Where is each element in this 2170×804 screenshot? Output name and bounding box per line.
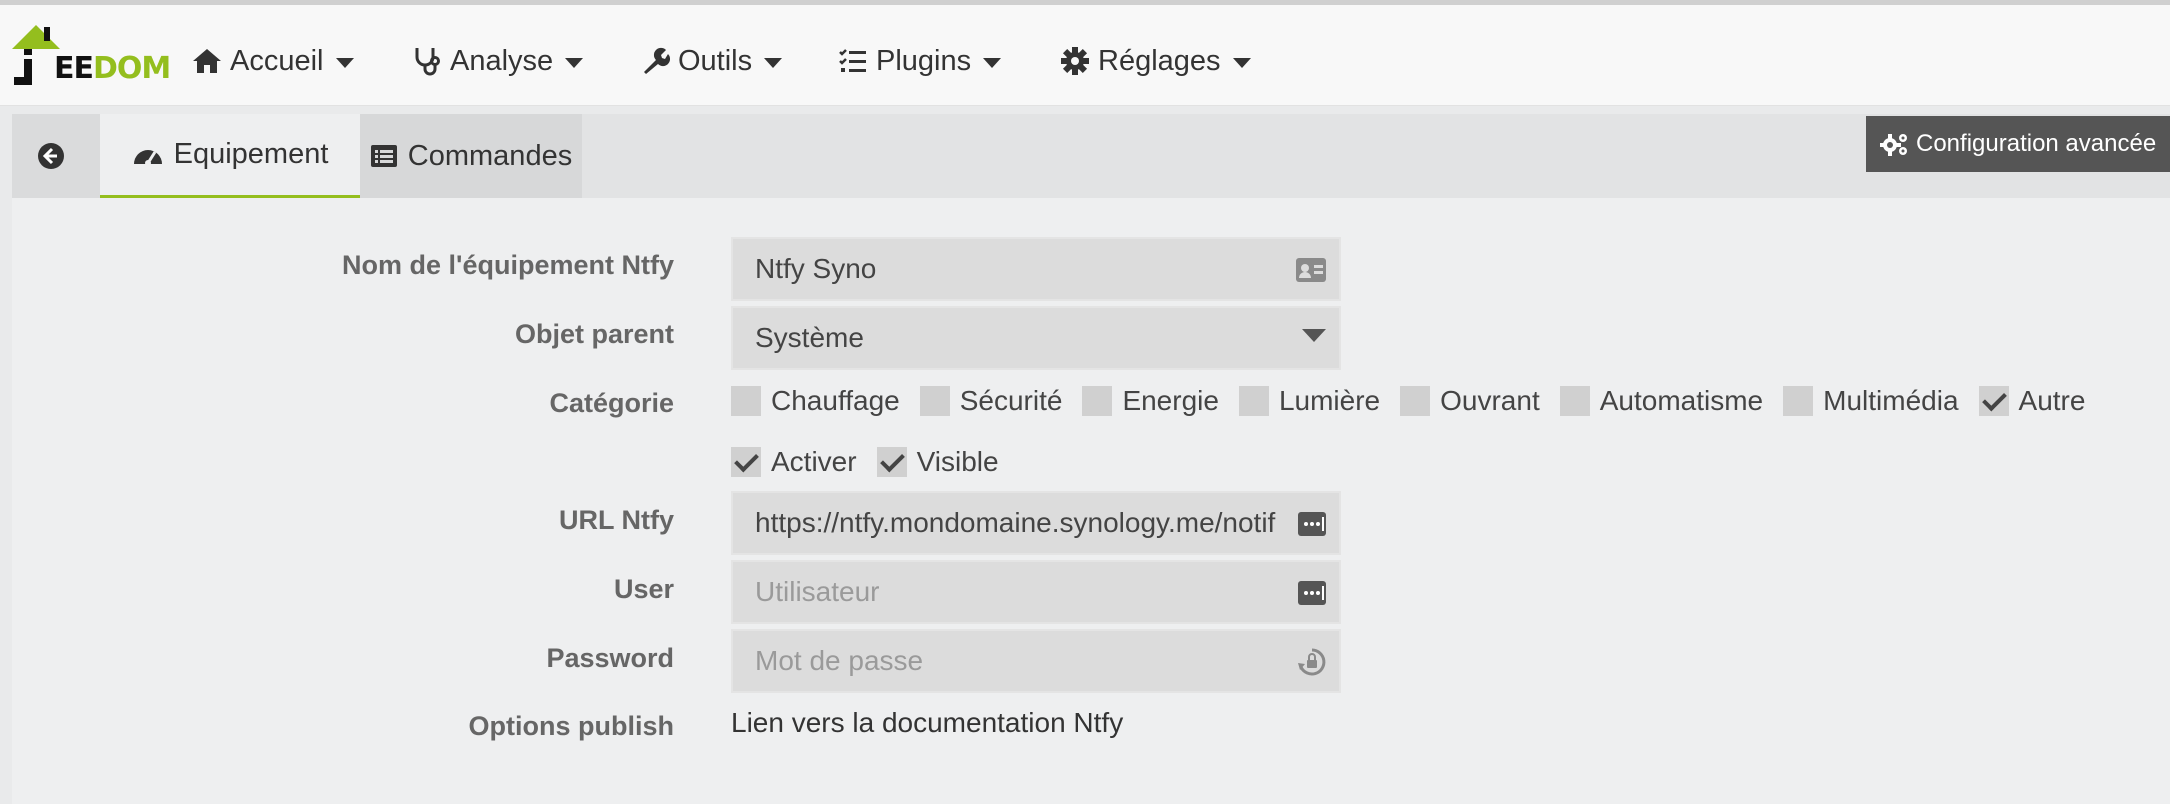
nav-analyse[interactable]: Analyse: [412, 41, 584, 81]
checkbox[interactable]: [919, 386, 950, 416]
activer-checkbox[interactable]: Activer: [731, 446, 857, 478]
category-ouvrant-label: Ouvrant: [1440, 385, 1540, 416]
password-placeholder: Mot de passe: [755, 645, 924, 676]
list-alt-icon: [370, 145, 397, 167]
nav-accueil-label: Accueil: [230, 44, 324, 77]
user-placeholder: Utilisateur: [755, 576, 880, 607]
category-automatisme[interactable]: Automatisme: [1559, 385, 1764, 417]
wrench-icon: [644, 47, 670, 74]
category-lumiere-label: Lumière: [1278, 385, 1381, 416]
category-autre-label: Autre: [2018, 385, 2086, 416]
category-label: Catégorie: [549, 388, 674, 418]
chevron-down-icon: [1232, 58, 1251, 68]
state-checkboxes: Activer Visible: [731, 446, 1019, 478]
checkbox[interactable]: [876, 447, 907, 477]
category-energie-label: Energie: [1122, 385, 1219, 416]
category-chauffage[interactable]: Chauffage: [731, 385, 900, 417]
nav-reglages-label: Réglages: [1098, 44, 1221, 77]
checkbox[interactable]: [1238, 386, 1269, 416]
tab-equipement-label: Equipement: [173, 138, 329, 170]
checkbox[interactable]: [731, 386, 761, 416]
checkbox[interactable]: [1559, 386, 1590, 416]
cogs-icon: [1880, 134, 1907, 156]
category-lumiere[interactable]: Lumière: [1238, 385, 1381, 417]
category-automatisme-label: Automatisme: [1599, 385, 1764, 416]
nav-outils[interactable]: Outils: [640, 41, 783, 81]
home-icon: [193, 49, 221, 73]
top-navbar: EEDOM Accueil Analyse Outils Plugins Rég…: [0, 0, 2170, 106]
user-input[interactable]: Utilisateur: [731, 560, 1341, 624]
nav-accueil[interactable]: Accueil: [192, 41, 354, 81]
nav-reglages[interactable]: Réglages: [1060, 41, 1251, 81]
password-field-icon: [1298, 581, 1326, 605]
cog-icon: [1061, 47, 1089, 75]
name-label: Nom de l'équipement Ntfy: [342, 250, 674, 280]
checkbox[interactable]: [1783, 386, 1814, 416]
chevron-down-icon: [764, 58, 783, 68]
password-input[interactable]: Mot de passe: [731, 629, 1341, 693]
tab-bar: Equipement Commandes: [12, 114, 2170, 198]
category-multimedia[interactable]: Multimédia: [1783, 385, 1959, 417]
checkbox[interactable]: [1082, 386, 1113, 416]
category-chauffage-label: Chauffage: [771, 385, 900, 416]
tab-back[interactable]: [12, 114, 100, 198]
checkbox[interactable]: [731, 447, 761, 477]
chevron-down-icon: [335, 58, 354, 68]
visible-label: Visible: [916, 446, 999, 477]
activer-label: Activer: [771, 446, 857, 477]
parent-object-value: Système: [755, 322, 864, 353]
visible-checkbox[interactable]: Visible: [876, 446, 999, 478]
category-securite[interactable]: Sécurité: [919, 385, 1063, 417]
advanced-config-button[interactable]: Configuration avancée: [1866, 116, 2170, 172]
password-field-icon: [1298, 512, 1326, 536]
select-caret-icon: [1302, 329, 1326, 342]
ntfy-documentation-link[interactable]: Lien vers la documentation Ntfy: [731, 707, 1123, 739]
category-ouvrant[interactable]: Ouvrant: [1400, 385, 1540, 417]
lock-reset-icon: [1298, 648, 1326, 676]
password-label: Password: [546, 643, 674, 673]
advanced-config-label: Configuration avancée: [1916, 130, 2157, 157]
equipment-name-input[interactable]: Ntfy Syno: [731, 237, 1341, 301]
jeedom-logo[interactable]: EEDOM: [10, 21, 171, 89]
nav-plugins[interactable]: Plugins: [838, 41, 1002, 81]
tab-commandes[interactable]: Commandes: [360, 114, 582, 198]
tachometer-icon: [133, 149, 162, 166]
nav-plugins-label: Plugins: [876, 44, 972, 77]
nav-outils-label: Outils: [678, 44, 753, 77]
category-autre[interactable]: Autre: [1978, 385, 2086, 417]
category-energie[interactable]: Energie: [1082, 385, 1219, 417]
checkbox[interactable]: [1400, 386, 1431, 416]
parent-object-select[interactable]: Système: [731, 306, 1341, 370]
chevron-down-icon: [983, 58, 1002, 68]
ntfy-url-value: https://ntfy.mondomaine.synology.me/noti…: [755, 507, 1276, 538]
arrow-circle-left-icon: [38, 143, 64, 169]
chevron-down-icon: [565, 58, 584, 68]
tab-equipement[interactable]: Equipement: [100, 114, 360, 198]
ntfy-url-input[interactable]: https://ntfy.mondomaine.synology.me/noti…: [731, 491, 1341, 555]
stethoscope-icon: [415, 48, 440, 76]
tasks-icon: [839, 49, 866, 72]
options-label: Options publish: [468, 711, 674, 741]
logo-text: EEDOM: [54, 51, 171, 86]
category-multimedia-label: Multimédia: [1823, 385, 1959, 416]
url-label: URL Ntfy: [558, 505, 674, 535]
category-checkboxes: Chauffage Sécurité Energie Lumière Ouvra…: [731, 385, 2105, 417]
id-card-icon: [1296, 258, 1326, 282]
equipment-name-value: Ntfy Syno: [755, 253, 877, 284]
user-label: User: [613, 574, 674, 604]
parent-label: Objet parent: [514, 319, 674, 349]
category-securite-label: Sécurité: [959, 385, 1063, 416]
tab-commandes-label: Commandes: [407, 139, 573, 172]
checkbox[interactable]: [1978, 386, 2009, 416]
nav-analyse-label: Analyse: [450, 44, 554, 77]
